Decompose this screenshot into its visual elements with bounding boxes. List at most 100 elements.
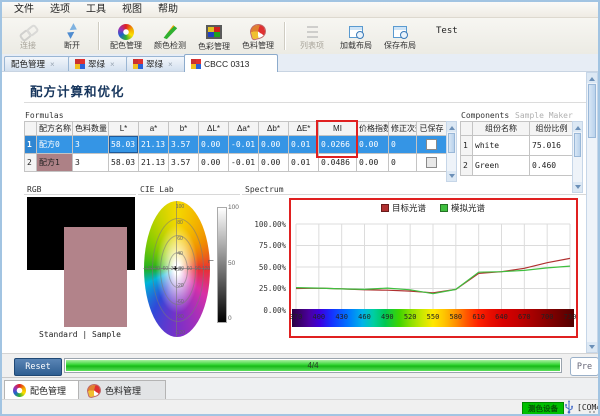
disconnect-button[interactable]: 断开 [51,23,93,50]
doc-tab-3[interactable]: CBCC 0313 [184,54,278,72]
title-divider [24,102,588,103]
row-index: 2 [461,156,473,176]
column-header[interactable]: Δa* [229,122,259,136]
menu-item-0[interactable]: 文件 [6,3,42,17]
saved-cell [417,154,447,172]
menu-item-1[interactable]: 选项 [42,3,78,17]
menu-item-2[interactable]: 工具 [78,3,114,17]
cell: 0.01 [289,154,319,172]
formulas-group-label: Formulas [25,111,64,120]
list-items-icon [307,26,318,38]
lightness-bar[interactable] [217,207,227,323]
scrollbar-thumb[interactable] [574,133,581,157]
bottom-tab-1[interactable]: 色料管理 [78,380,166,400]
tab-label: 翠绿 [88,58,105,70]
components-scrollbar[interactable] [572,121,583,193]
row-index: 2 [25,154,37,172]
resize-grip[interactable] [588,406,596,414]
color-matching-button[interactable]: 配色管理 [105,23,147,50]
close-icon[interactable]: × [168,60,173,69]
saved-checkbox[interactable] [426,139,437,150]
scroll-down-icon[interactable] [587,342,597,352]
close-icon[interactable]: × [110,60,115,69]
formulas-scrollbar[interactable] [446,121,457,182]
column-header[interactable]: 已保存 [417,122,447,136]
cell: 58.03 [109,154,139,172]
color-management-button[interactable]: 色彩管理 [193,22,235,51]
scrollbar-thumb[interactable] [448,133,455,153]
saved-checkbox[interactable] [426,157,437,168]
rgb-panel-rule [24,194,136,195]
progress-bar: 4/4 [64,358,562,373]
list-items-label: 列表项 [300,41,324,50]
column-header[interactable]: L* [109,122,139,136]
x-axis-tick: 520 [404,313,417,321]
pre-button[interactable]: Pre [570,357,599,376]
a-axis-tick: -120 [143,266,153,272]
column-header[interactable]: ΔE* [289,122,319,136]
formula-row-0[interactable]: 1配方0358.0321.133.570.00-0.010.000.010.02… [25,136,447,154]
column-header[interactable]: Δb* [259,122,289,136]
color-detection-button[interactable]: 颜色检测 [149,23,191,50]
menu-item-3[interactable]: 视图 [114,3,150,17]
cell: 3 [73,136,109,154]
component-ratio: 75.016 [530,136,574,156]
load-layout-button[interactable]: 加载布局 [335,23,377,50]
x-axis-tick: 580 [450,313,463,321]
cell: -0.01 [229,136,259,154]
cell: 0.00 [357,154,389,172]
corner-cell [25,122,37,136]
standard-sample-caption: Standard | Sample [24,330,136,339]
column-header[interactable]: a* [139,122,169,136]
scroll-up-icon[interactable] [447,122,456,132]
column-header[interactable]: 组份比例 [530,122,574,136]
status-bar: 测色设备 [COM4] [2,399,598,415]
cell: 0.00 [259,136,289,154]
tab-label: 色料管理 [105,384,141,397]
column-header[interactable]: 修正次数 [389,122,417,136]
x-axis-tick: 400 [313,313,326,321]
cell: 0.00 [357,136,389,154]
row-index: 1 [461,136,473,156]
colorant-management-button[interactable]: 色料管理 [237,22,279,50]
color-detection-label: 颜色检测 [154,41,186,50]
b-axis-tick: 100 [176,204,184,210]
x-axis-tick: 370 [290,313,303,321]
save-layout-button[interactable]: 保存布局 [379,23,421,50]
scroll-up-icon[interactable] [587,73,597,83]
tab-label: CBCC 0313 [204,59,249,69]
color-matching-label: 配色管理 [110,41,142,50]
menu-item-4[interactable]: 帮助 [150,3,186,17]
toolbar-test-label[interactable]: Test [436,26,458,36]
l-tick-0: 0 [228,315,232,322]
formulas-table: 配方名称色料数量L*a*b*ΔL*Δa*Δb*ΔE*MI价格指数修正次数已保存1… [24,121,447,172]
scroll-down-icon[interactable] [573,182,582,192]
column-header[interactable]: 色料数量 [73,122,109,136]
component-row-1[interactable]: 2Green0.460 [461,156,574,176]
scroll-down-icon[interactable] [447,171,456,181]
column-header[interactable]: 价格指数 [357,122,389,136]
corner-cell [461,122,473,136]
column-header[interactable]: 组份名称 [473,122,530,136]
column-header[interactable]: 配方名称 [37,122,73,136]
x-axis-tick: 430 [335,313,348,321]
tab-label: 配色管理 [11,58,45,70]
load-layout-icon [349,26,363,38]
document-icon [75,59,85,69]
scrollbar-thumb[interactable] [588,84,596,138]
components-tab[interactable]: Components [461,111,509,120]
component-row-0[interactable]: 1white75.016 [461,136,574,156]
column-header[interactable]: ΔL* [199,122,229,136]
column-header[interactable]: b* [169,122,199,136]
disconnect-icon [63,23,81,41]
a-axis-tick: 90 [195,266,201,272]
sample-maker-tab[interactable]: Sample Maker [515,111,573,120]
formula-row-1[interactable]: 2配方1358.0321.133.570.00-0.010.000.010.04… [25,154,447,172]
cell: 0.00 [259,154,289,172]
reset-button[interactable]: Reset [14,358,62,376]
main-vertical-scrollbar[interactable] [586,72,598,353]
scroll-up-icon[interactable] [573,122,582,132]
cell: 21.13 [139,154,169,172]
close-icon[interactable]: × [50,60,55,69]
a-axis-tick: -90 [153,266,160,272]
